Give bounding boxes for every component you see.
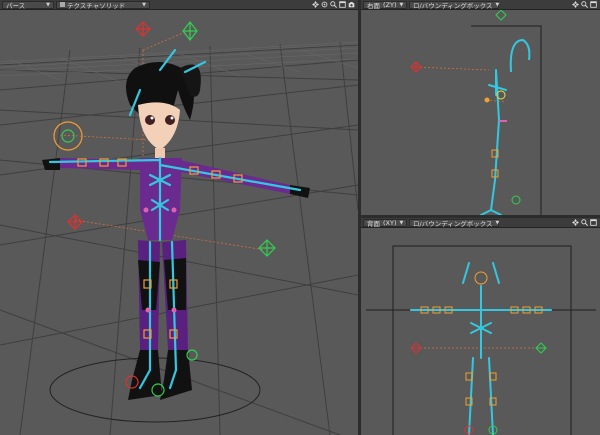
- front-scene: [366, 245, 596, 435]
- chevron-down-icon: ▼: [46, 1, 50, 8]
- axis-label: (XY): [383, 218, 397, 227]
- green-null: [535, 342, 547, 354]
- red-null: [410, 342, 422, 354]
- green-null: [495, 10, 507, 21]
- shading-mode-label: テクスチャソリッド: [67, 1, 126, 10]
- front-toolbar: 背面 (XY) ▼ ロ/バウンディングボックス ▼: [361, 218, 600, 228]
- red-null: [410, 61, 422, 73]
- head-gizmo: [474, 271, 488, 285]
- move-icon[interactable]: [312, 1, 319, 8]
- camera-icon[interactable]: [348, 1, 355, 8]
- view-mode-label: 右面: [367, 1, 380, 10]
- view-mode-label: パース: [6, 1, 26, 10]
- chevron-down-icon: ▼: [399, 219, 404, 226]
- perspective-scene: [0, 21, 358, 435]
- zoom-icon[interactable]: [330, 1, 337, 8]
- perspective-toolbar: パース ▼ テクスチャソリッド ▼: [0, 0, 358, 10]
- green-null: [511, 195, 521, 205]
- rotate-icon[interactable]: [321, 1, 328, 8]
- skeleton-bones: [480, 69, 507, 215]
- right-scene: [410, 10, 542, 215]
- shading-icon: [60, 2, 65, 7]
- chevron-down-icon: ▼: [495, 1, 500, 8]
- right-viewport[interactable]: 右面 (ZY) ▼ ロ/バウンディングボックス ▼: [361, 0, 600, 215]
- view-mode-label: 背面: [367, 219, 380, 228]
- skeleton-bones: [410, 262, 552, 435]
- shading-mode-label: ロ/バウンディングボックス: [413, 219, 493, 228]
- red-null: [67, 21, 151, 230]
- perspective-viewport[interactable]: パース ▼ テクスチャソリッド ▼: [0, 0, 358, 435]
- guide-dotted-lines: [415, 66, 507, 103]
- shading-mode-label: ロ/バウンディングボックス: [413, 1, 493, 10]
- front-viewport[interactable]: 背面 (XY) ▼ ロ/バウンディングボックス ▼: [361, 218, 600, 435]
- view-mode-dropdown[interactable]: 右面 (ZY) ▼: [363, 0, 407, 10]
- maximize-icon[interactable]: [590, 219, 597, 226]
- view-mode-dropdown[interactable]: 背面 (XY) ▼: [363, 218, 407, 228]
- right-toolbar: 右面 (ZY) ▼ ロ/バウンディングボックス ▼: [361, 0, 600, 10]
- shading-mode-dropdown[interactable]: ロ/バウンディングボックス ▼: [409, 0, 500, 10]
- axis-label: (ZY): [383, 0, 397, 9]
- maximize-icon[interactable]: [339, 1, 346, 8]
- move-icon[interactable]: [572, 1, 579, 8]
- chevron-down-icon: ▼: [142, 1, 146, 8]
- zoom-icon[interactable]: [581, 219, 588, 226]
- shading-mode-dropdown[interactable]: テクスチャソリッド ▼: [56, 0, 150, 10]
- zoom-icon[interactable]: [581, 1, 588, 8]
- move-icon[interactable]: [572, 219, 579, 226]
- chevron-down-icon: ▼: [399, 1, 404, 8]
- chevron-down-icon: ▼: [495, 219, 500, 226]
- maximize-icon[interactable]: [590, 1, 597, 8]
- ponytail-bone: [509, 38, 531, 73]
- guide-dotted-lines: [416, 283, 541, 349]
- shading-mode-dropdown[interactable]: ロ/バウンディングボックス ▼: [409, 218, 500, 228]
- view-mode-dropdown[interactable]: パース ▼: [2, 0, 54, 10]
